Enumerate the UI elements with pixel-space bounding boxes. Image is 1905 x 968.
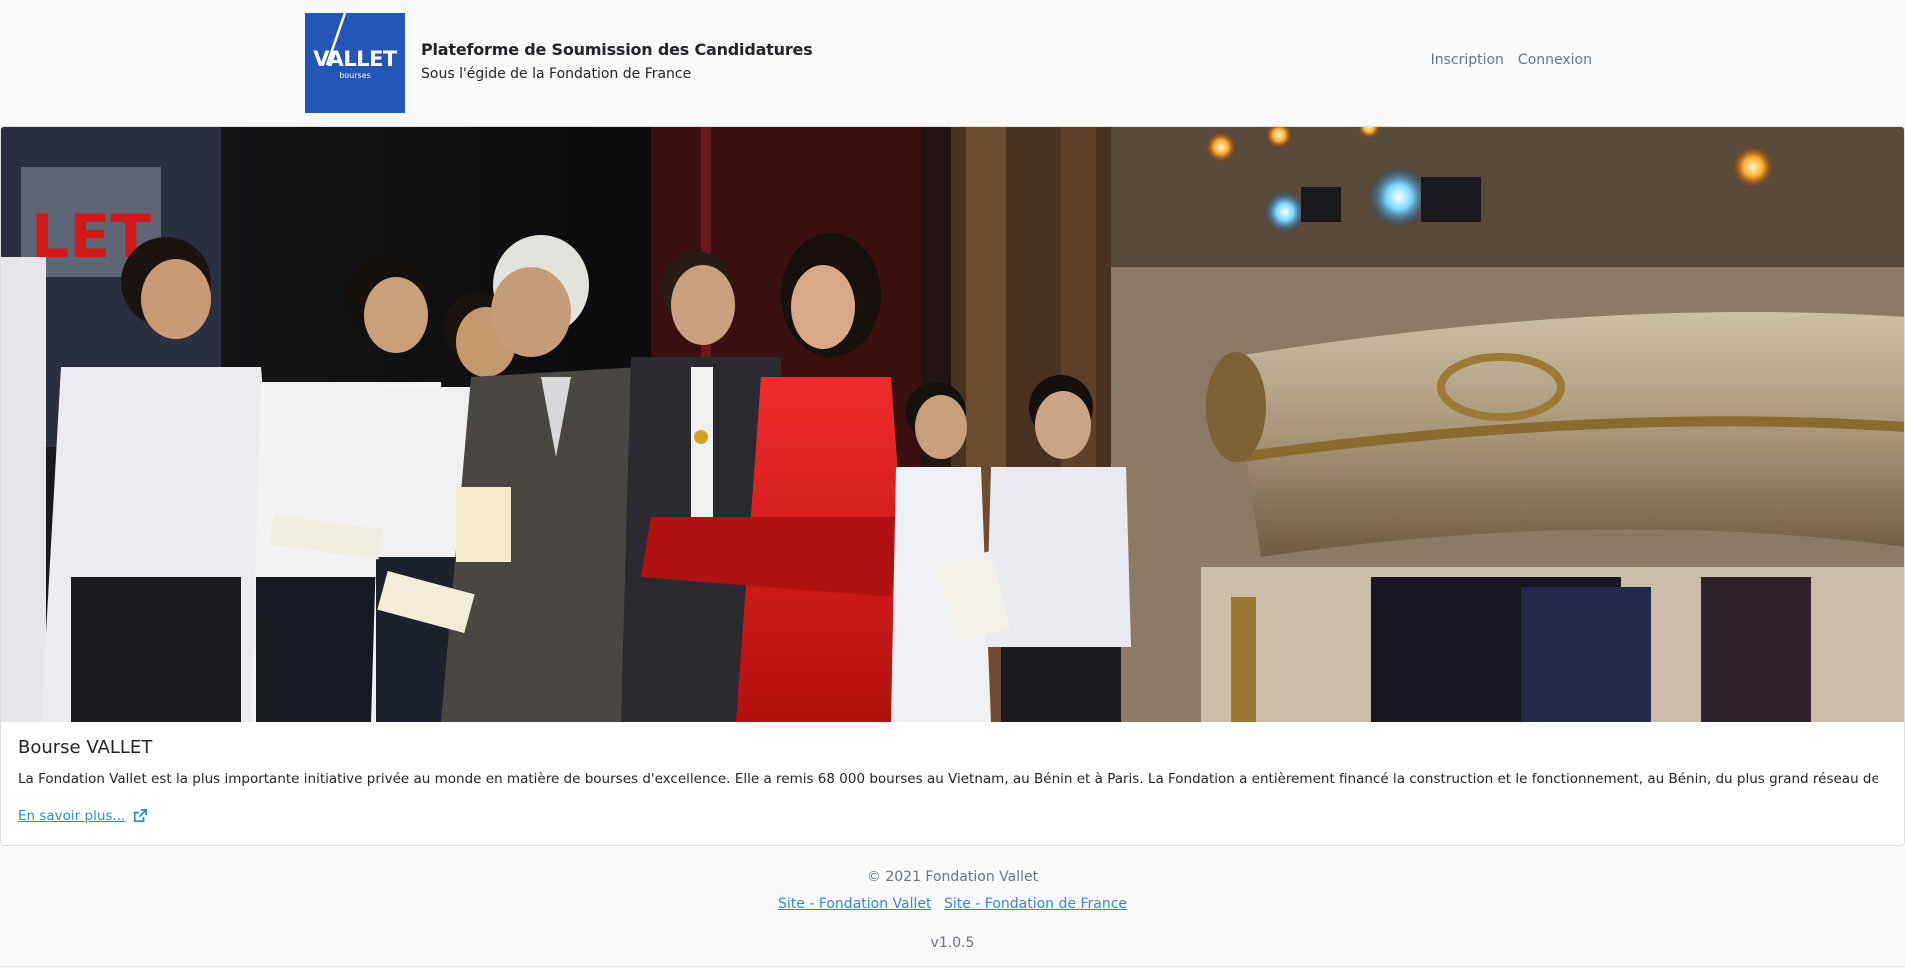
footer-link-fondation-vallet[interactable]: Site - Fondation Vallet <box>778 896 932 912</box>
learn-more-label: En savoir plus... <box>18 808 126 824</box>
external-link-icon <box>134 809 148 823</box>
footer-link-fondation-de-france[interactable]: Site - Fondation de France <box>944 896 1127 912</box>
vallet-logo[interactable]: VALLET bourses <box>305 13 405 113</box>
divider <box>0 966 1905 967</box>
logo-subtext: bourses <box>339 71 371 80</box>
footer-copyright: © 2021 Fondation Vallet <box>866 869 1039 885</box>
brand-title[interactable]: Plateforme de Soumission des Candidature… <box>421 40 813 59</box>
footer-version: v1.0.5 <box>930 935 975 951</box>
brand-subtitle: Sous l'égide de la Fondation de France <box>421 66 692 82</box>
navbar: VALLET bourses Plateforme de Soumission … <box>0 0 1905 126</box>
footer-links: Site - Fondation Vallet Site - Fondation… <box>0 896 1905 912</box>
hero-photo-ceremony: LET <box>1 127 1904 722</box>
bourse-card: LET Bourse VALLET La Fondation Vallet es… <box>0 126 1905 846</box>
card-description: La Fondation Vallet est la plus importan… <box>18 771 1878 787</box>
card-title: Bourse VALLET <box>18 737 153 758</box>
learn-more-link[interactable]: En savoir plus... <box>18 808 148 824</box>
nav-inscription-link[interactable]: Inscription <box>1431 52 1504 68</box>
nav-connexion-link[interactable]: Connexion <box>1518 52 1592 68</box>
nav-links: Inscription Connexion <box>1431 52 1592 68</box>
logo-word: VALLET <box>313 47 397 71</box>
